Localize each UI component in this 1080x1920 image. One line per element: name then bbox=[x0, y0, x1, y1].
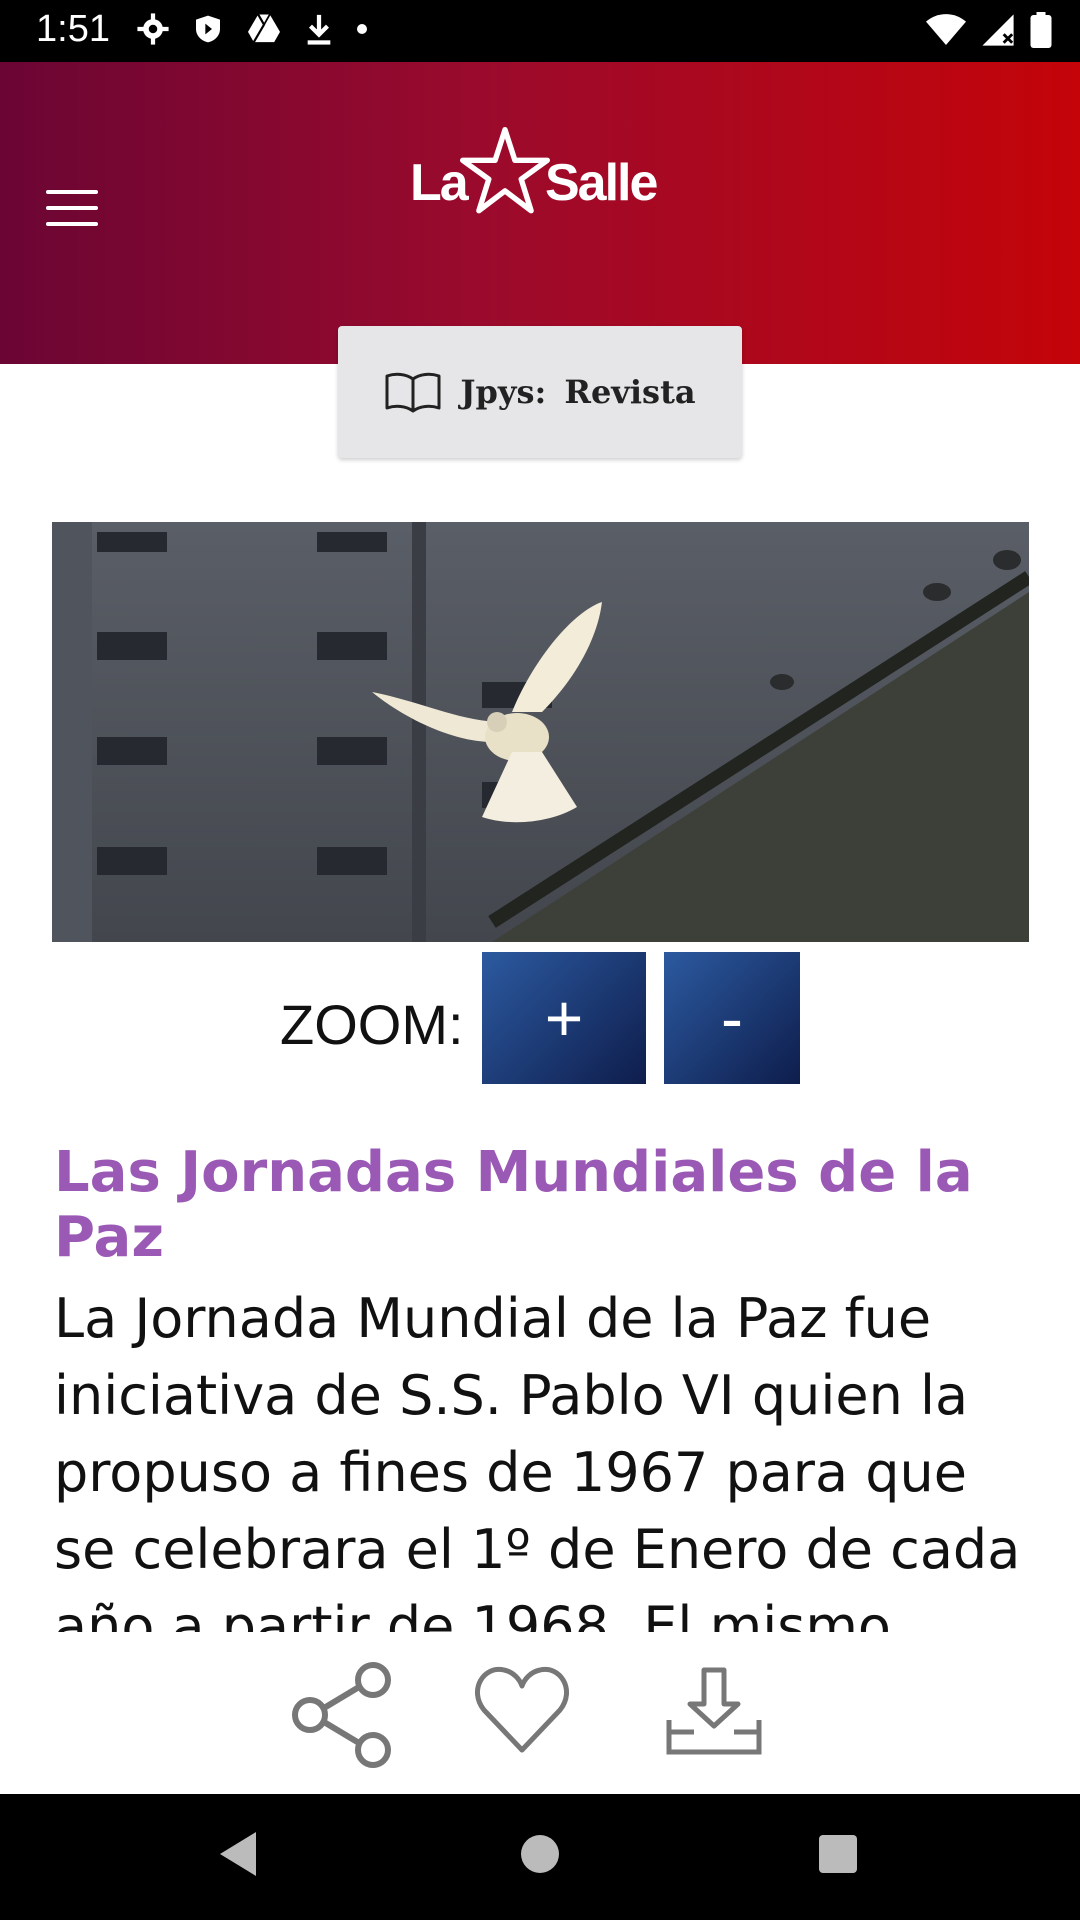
wifi-icon bbox=[926, 14, 966, 45]
category-tab[interactable]: Jpys: Revista bbox=[338, 326, 742, 458]
dot-icon bbox=[357, 24, 367, 34]
zoom-out-button[interactable]: - bbox=[664, 952, 800, 1084]
download-tray-icon[interactable] bbox=[664, 1660, 764, 1760]
hamburger-menu-icon[interactable] bbox=[46, 190, 98, 230]
home-icon[interactable] bbox=[518, 1830, 562, 1878]
drive-icon bbox=[248, 13, 280, 43]
article-title: Las Jornadas Mundiales de la Paz bbox=[54, 1140, 973, 1270]
article-actions bbox=[0, 1660, 1080, 1770]
back-icon[interactable] bbox=[216, 1830, 260, 1878]
article-body: La Jornada Mundial de la Paz fue iniciat… bbox=[54, 1287, 1021, 1632]
category-prefix: Jpys: bbox=[460, 373, 547, 411]
settings-icon bbox=[137, 13, 169, 45]
category-name: Revista bbox=[564, 373, 696, 411]
book-icon bbox=[385, 372, 441, 413]
star-icon bbox=[460, 126, 550, 214]
zoom-in-button[interactable]: + bbox=[482, 952, 646, 1084]
status-time: 1:51 bbox=[36, 8, 110, 50]
signal-icon bbox=[982, 14, 1014, 46]
status-bar: 1:51 bbox=[0, 0, 1080, 62]
recents-icon[interactable] bbox=[816, 1830, 860, 1878]
zoom-label: ZOOM: bbox=[280, 993, 464, 1056]
dove-photo bbox=[52, 522, 1029, 942]
app-header: La Salle bbox=[0, 62, 1080, 364]
heart-icon[interactable] bbox=[472, 1660, 572, 1760]
download-icon bbox=[307, 14, 331, 45]
zoom-controls: ZOOM: + - bbox=[0, 952, 1080, 1084]
la-salle-logo: La Salle bbox=[410, 117, 675, 227]
article-hero-image bbox=[52, 522, 1029, 942]
share-icon[interactable] bbox=[288, 1660, 398, 1770]
battery-icon bbox=[1030, 12, 1052, 48]
shield-icon bbox=[196, 15, 220, 43]
system-nav-bar bbox=[0, 1794, 1080, 1920]
